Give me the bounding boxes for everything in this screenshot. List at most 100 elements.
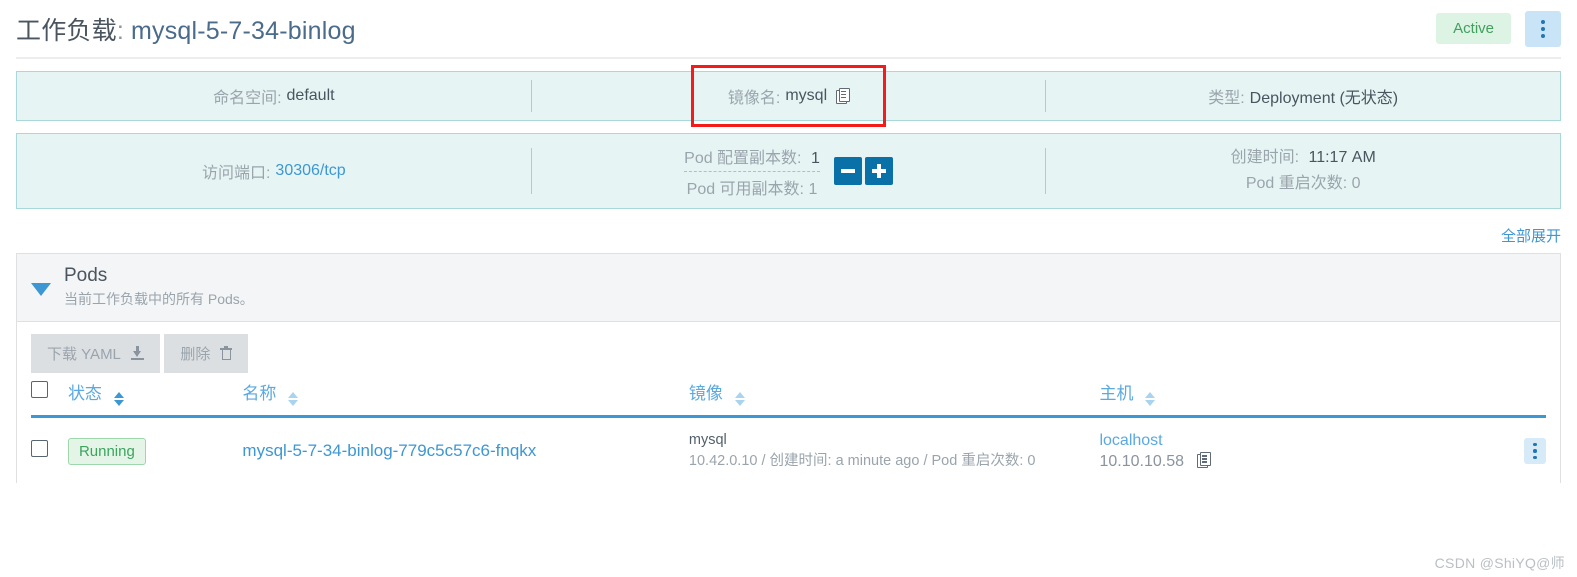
restarts-value: 0 xyxy=(1351,175,1361,192)
host-ip-value: 10.10.10.58 xyxy=(1099,453,1184,471)
status-badge: Running xyxy=(67,437,146,465)
clipboard-copy-icon[interactable] xyxy=(1197,452,1212,469)
download-yaml-button[interactable]: 下载 YAML xyxy=(31,333,160,373)
pods-panel-title: Pods xyxy=(64,265,108,286)
header-actions: Active xyxy=(1436,10,1561,47)
row-name-cell: mysql-5-7-34-binlog-779c5c57c6-fnqkx xyxy=(242,416,688,483)
sort-arrows-icon[interactable] xyxy=(113,391,124,406)
pods-table-head: 状态 名称 镜像 主机 xyxy=(31,374,1546,418)
kebab-dot xyxy=(1533,442,1537,447)
minus-icon[interactable] xyxy=(833,157,862,185)
pod-image-name: mysql xyxy=(688,431,727,448)
replicas-configured-value: 1 xyxy=(810,149,820,167)
replicas-counts: Pod 配置副本数: 1 Pod 可用副本数: 1 xyxy=(684,141,820,202)
trash-icon xyxy=(220,346,233,361)
replicas-configured-line: Pod 配置副本数: 1 xyxy=(684,141,820,172)
header-divider xyxy=(16,57,1561,59)
pods-panel-subtitle: 当前工作负载中的所有 Pods。 xyxy=(64,290,254,307)
kebab-dot xyxy=(1541,26,1545,31)
namespace-value: default xyxy=(286,87,335,104)
select-all-header xyxy=(31,374,68,418)
column-header-name[interactable]: 名称 xyxy=(242,374,689,418)
port-cell: 访问端口: 30306/tcp xyxy=(17,134,531,208)
pods-panel-body: 下载 YAML 删除 状态 名称 镜像 主机 Running mysql-5-7… xyxy=(17,322,1560,483)
column-header-host[interactable]: 主机 xyxy=(1099,374,1454,418)
pod-image-meta: 10.42.0.10 / 创建时间: a minute ago / Pod 重启… xyxy=(688,452,1036,469)
host-name-link[interactable]: localhost xyxy=(1099,430,1453,452)
replicas-group: Pod 配置副本数: 1 Pod 可用副本数: 1 xyxy=(684,141,893,202)
kebab-dot xyxy=(1533,455,1537,460)
created-stack: 创建时间: 11:17 AM Pod 重启次数: 0 xyxy=(1231,145,1376,198)
page-header: 工作负载 : mysql-5-7-34-binlog Active xyxy=(0,0,1577,57)
status-badge: Active xyxy=(1436,13,1511,44)
row-state-cell: Running xyxy=(67,416,242,483)
sort-arrows-icon[interactable] xyxy=(734,391,745,406)
created-line: 创建时间: 11:17 AM xyxy=(1231,145,1376,171)
clipboard-copy-icon[interactable] xyxy=(836,88,851,104)
page-title-colon: : xyxy=(116,16,124,45)
namespace-cell: 命名空间: default xyxy=(17,72,531,120)
row-checkbox[interactable] xyxy=(31,440,48,458)
page-title: 工作负载 : mysql-5-7-34-binlog xyxy=(16,11,356,47)
kebab-dot xyxy=(1541,19,1545,24)
column-header-image-label: 镜像 xyxy=(688,383,723,403)
column-header-actions xyxy=(1453,374,1546,418)
pods-table-body: Running mysql-5-7-34-binlog-779c5c57c6-f… xyxy=(31,416,1546,483)
watermark: CSDN @ShiYQ@师 xyxy=(1434,555,1565,571)
image-name-label: 镜像名: xyxy=(727,90,781,107)
expand-all-link[interactable]: 全部展开 xyxy=(1501,228,1561,245)
expand-all-row: 全部展开 xyxy=(0,221,1577,253)
created-value: 11:17 AM xyxy=(1308,148,1376,166)
table-row: Running mysql-5-7-34-binlog-779c5c57c6-f… xyxy=(31,416,1546,483)
replicas-available-label: Pod 可用副本数: xyxy=(686,180,805,198)
sort-arrows-icon[interactable] xyxy=(1145,391,1156,406)
replicas-available-line: Pod 可用副本数: 1 xyxy=(684,172,820,202)
replicas-available-value: 1 xyxy=(808,180,818,198)
table-header-row: 状态 名称 镜像 主机 xyxy=(31,374,1546,418)
column-header-name-label: 名称 xyxy=(242,383,277,403)
pod-name-link[interactable]: mysql-5-7-34-binlog-779c5c57c6-fnqkx xyxy=(242,441,536,460)
namespace-label: 命名空间: xyxy=(213,90,282,107)
workload-summary-card-primary: 命名空间: default 镜像名: mysql 类型: Deployment … xyxy=(16,65,1561,127)
download-yaml-label: 下载 YAML xyxy=(47,345,121,363)
row-select-cell xyxy=(31,416,68,483)
column-header-image[interactable]: 镜像 xyxy=(688,374,1100,418)
kebab-menu-icon[interactable] xyxy=(1524,438,1546,465)
host-ip-row: 10.10.10.58 xyxy=(1099,451,1453,473)
image-name-highlight: 镜像名: mysql xyxy=(690,65,887,127)
workload-type-cell: 类型: Deployment (无状态) xyxy=(1046,72,1560,120)
port-label: 访问端口: xyxy=(201,165,271,182)
restarts-line: Pod 重启次数: 0 xyxy=(1231,171,1376,197)
column-header-state[interactable]: 状态 xyxy=(67,374,243,418)
kebab-dot xyxy=(1541,33,1545,38)
delete-button[interactable]: 删除 xyxy=(164,333,249,373)
row-host-cell: localhost 10.10.10.58 xyxy=(1099,416,1453,483)
column-header-host-label: 主机 xyxy=(1099,383,1134,403)
column-header-state-label: 状态 xyxy=(67,383,102,403)
plus-icon[interactable] xyxy=(864,157,893,185)
pods-action-bar: 下载 YAML 删除 xyxy=(31,332,249,373)
row-actions-cell xyxy=(1454,416,1546,483)
pods-table: 状态 名称 镜像 主机 Running mysql-5-7-34-binlog-… xyxy=(31,374,1546,483)
image-name-value: mysql xyxy=(785,87,828,104)
workload-summary-card-secondary: 访问端口: 30306/tcp Pod 配置副本数: 1 Pod 可用副本数: … xyxy=(16,133,1561,209)
replicas-configured-label: Pod 配置副本数: xyxy=(684,149,802,167)
workload-type-label: 类型: xyxy=(1208,90,1245,107)
scale-buttons xyxy=(833,157,893,185)
pods-panel: Pods 当前工作负载中的所有 Pods。 下载 YAML 删除 状态 名称 镜… xyxy=(16,253,1561,483)
caret-down-icon[interactable] xyxy=(31,282,51,296)
row-image-cell: mysql 10.42.0.10 / 创建时间: a minute ago / … xyxy=(689,416,1100,483)
workload-type-value: Deployment (无状态) xyxy=(1249,90,1399,107)
pods-panel-heading: Pods 当前工作负载中的所有 Pods。 xyxy=(64,263,254,310)
kebab-menu-icon[interactable] xyxy=(1525,10,1561,47)
page-title-prefix: 工作负载 xyxy=(16,16,117,45)
select-all-checkbox[interactable] xyxy=(31,381,48,399)
port-value-link[interactable]: 30306/tcp xyxy=(275,162,345,180)
created-label: 创建时间: xyxy=(1230,148,1300,166)
pods-panel-header[interactable]: Pods 当前工作负载中的所有 Pods。 xyxy=(17,254,1560,322)
page-title-value: mysql-5-7-34-binlog xyxy=(130,16,356,45)
delete-label: 删除 xyxy=(180,345,211,363)
kebab-dot xyxy=(1533,449,1537,453)
sort-arrows-icon[interactable] xyxy=(288,391,299,406)
image-name-cell: 镜像名: mysql xyxy=(532,65,1046,127)
